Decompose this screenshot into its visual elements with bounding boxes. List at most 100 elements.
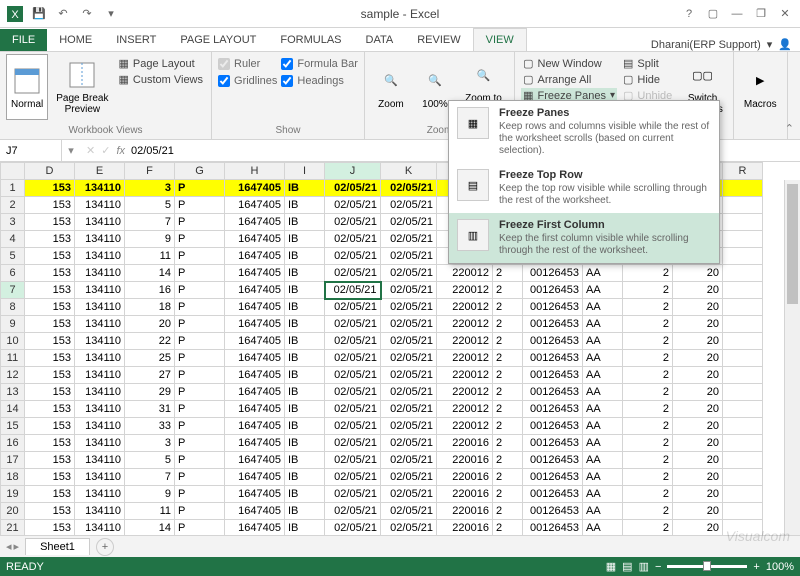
cell[interactable]: 02/05/21	[325, 333, 381, 350]
row-header[interactable]: 19	[1, 486, 25, 503]
cell[interactable]: 20	[673, 282, 723, 299]
freeze-panes-option[interactable]: ▦ Freeze PanesKeep rows and columns visi…	[449, 101, 719, 163]
cell[interactable]: 20	[673, 367, 723, 384]
cell[interactable]: IB	[285, 248, 325, 265]
cell[interactable]: 134110	[75, 520, 125, 536]
tab-data[interactable]: DATA	[354, 29, 406, 51]
cell[interactable]	[723, 469, 763, 486]
cell[interactable]: 00126453	[523, 503, 583, 520]
cell[interactable]: 153	[25, 469, 75, 486]
headings-checkbox[interactable]: Headings	[281, 73, 358, 89]
tab-page-layout[interactable]: PAGE LAYOUT	[168, 29, 268, 51]
cell[interactable]: 134110	[75, 418, 125, 435]
cell[interactable]: 134110	[75, 333, 125, 350]
normal-view-button[interactable]: Normal	[6, 54, 48, 120]
cell[interactable]: 00126453	[523, 469, 583, 486]
cell[interactable]: 1647405	[225, 401, 285, 418]
cell[interactable]: 02/05/21	[325, 418, 381, 435]
cell[interactable]: 7	[125, 469, 175, 486]
cell[interactable]: 18	[125, 299, 175, 316]
col-header-F[interactable]: F	[125, 163, 175, 180]
cell[interactable]: 02/05/21	[325, 231, 381, 248]
row-header[interactable]: 10	[1, 333, 25, 350]
page-layout-button[interactable]: ▦Page Layout	[117, 56, 206, 71]
cell[interactable]: IB	[285, 486, 325, 503]
cell[interactable]: 00126453	[523, 486, 583, 503]
cell[interactable]: 20	[673, 350, 723, 367]
cell[interactable]: 2	[623, 401, 673, 418]
cell[interactable]: AA	[583, 367, 623, 384]
cell[interactable]: AA	[583, 418, 623, 435]
cell[interactable]: IB	[285, 214, 325, 231]
gridlines-checkbox[interactable]: Gridlines	[218, 73, 277, 89]
cell[interactable]: IB	[285, 197, 325, 214]
cell[interactable]: 134110	[75, 197, 125, 214]
cell[interactable]: 220012	[437, 316, 493, 333]
cell[interactable]: 134110	[75, 401, 125, 418]
cell[interactable]: 153	[25, 367, 75, 384]
cell[interactable]: AA	[583, 503, 623, 520]
fx-icon[interactable]: fx	[116, 145, 125, 157]
cell[interactable]: 153	[25, 486, 75, 503]
row-header[interactable]: 3	[1, 214, 25, 231]
cell[interactable]: 220012	[437, 384, 493, 401]
cell[interactable]: 134110	[75, 299, 125, 316]
cell[interactable]: 00126453	[523, 384, 583, 401]
row-header[interactable]: 21	[1, 520, 25, 536]
row-header[interactable]: 12	[1, 367, 25, 384]
cell[interactable]: 2	[623, 350, 673, 367]
cell[interactable]: P	[175, 248, 225, 265]
cell[interactable]: IB	[285, 231, 325, 248]
cell[interactable]: 1647405	[225, 231, 285, 248]
cell[interactable]	[723, 367, 763, 384]
cell[interactable]: 1647405	[225, 180, 285, 197]
cell[interactable]: 00126453	[523, 333, 583, 350]
cell[interactable]: P	[175, 520, 225, 536]
undo-button[interactable]: ↶	[52, 3, 74, 25]
zoom-out-button[interactable]: −	[655, 561, 661, 573]
tab-view[interactable]: VIEW	[473, 28, 527, 51]
cell[interactable]: 33	[125, 418, 175, 435]
cell[interactable]: P	[175, 486, 225, 503]
cell[interactable]	[723, 350, 763, 367]
tab-insert[interactable]: INSERT	[104, 29, 168, 51]
col-header-G[interactable]: G	[175, 163, 225, 180]
cell[interactable]: 02/05/21	[325, 350, 381, 367]
cell[interactable]: IB	[285, 299, 325, 316]
row-header[interactable]: 14	[1, 401, 25, 418]
cell[interactable]: 2	[493, 401, 523, 418]
cell[interactable]: P	[175, 418, 225, 435]
cell[interactable]: P	[175, 299, 225, 316]
split-button[interactable]: ▤Split	[621, 56, 674, 71]
cell[interactable]: 2	[493, 418, 523, 435]
custom-views-button[interactable]: ▦Custom Views	[117, 72, 206, 87]
col-header-J[interactable]: J	[325, 163, 381, 180]
cell[interactable]: 25	[125, 350, 175, 367]
cell[interactable]: 20	[673, 435, 723, 452]
cell[interactable]: 02/05/21	[325, 452, 381, 469]
sheet-tab[interactable]: Sheet1	[25, 538, 90, 555]
cell[interactable]: 134110	[75, 248, 125, 265]
zoom-slider-thumb[interactable]	[703, 561, 711, 571]
cell[interactable]	[723, 214, 763, 231]
cell[interactable]: 2	[493, 486, 523, 503]
new-window-button[interactable]: ▢New Window	[521, 56, 617, 71]
cell[interactable]: 2	[623, 486, 673, 503]
cell[interactable]: 153	[25, 299, 75, 316]
col-header-E[interactable]: E	[75, 163, 125, 180]
view-page-layout-icon[interactable]: ▤	[622, 560, 632, 573]
cell[interactable]: P	[175, 452, 225, 469]
cell[interactable]: 11	[125, 248, 175, 265]
cell[interactable]: 02/05/21	[381, 520, 437, 536]
cell[interactable]: 29	[125, 384, 175, 401]
cell[interactable]: 02/05/21	[325, 469, 381, 486]
cell[interactable]: 02/05/21	[325, 435, 381, 452]
cell[interactable]: 9	[125, 231, 175, 248]
cell[interactable]: 153	[25, 503, 75, 520]
cell[interactable]: 02/05/21	[381, 418, 437, 435]
cell[interactable]: 1647405	[225, 214, 285, 231]
redo-button[interactable]: ↷	[76, 3, 98, 25]
cell[interactable]: 2	[623, 503, 673, 520]
cell[interactable]: AA	[583, 435, 623, 452]
cell[interactable]: P	[175, 265, 225, 282]
